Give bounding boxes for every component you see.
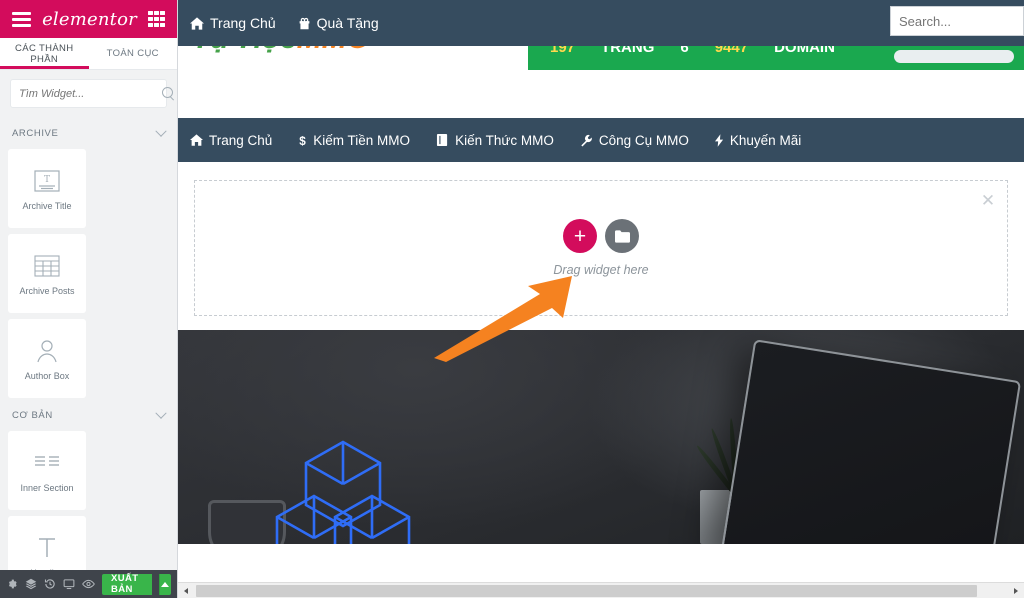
caret-up-icon[interactable] bbox=[158, 573, 171, 595]
svg-text:$: $ bbox=[300, 135, 307, 147]
navigator-icon[interactable] bbox=[25, 578, 37, 590]
category-archive[interactable]: ARCHIVE bbox=[8, 116, 169, 149]
hamburger-icon[interactable] bbox=[12, 11, 31, 27]
section-wrapper: ✕ + Drag widget here bbox=[178, 162, 1024, 330]
dropzone-hint: Drag widget here bbox=[553, 263, 649, 277]
nav-item-trang-chu[interactable]: Trang Chủ bbox=[190, 133, 272, 148]
author-box-icon bbox=[34, 334, 60, 368]
chevron-down-icon bbox=[155, 125, 167, 137]
scrollbar-track[interactable] bbox=[194, 582, 1008, 598]
widget-label: Archive Posts bbox=[19, 286, 75, 297]
scrollbar-thumb[interactable] bbox=[196, 584, 978, 597]
promo-right: DOMAIN bbox=[774, 46, 835, 56]
widget-search-wrap bbox=[0, 70, 177, 116]
search-icon bbox=[162, 87, 175, 100]
nav-item-cong-cu[interactable]: Công Cụ MMO bbox=[580, 133, 689, 148]
cube-graphic bbox=[275, 440, 411, 544]
publish-button[interactable]: XUẤT BẢN bbox=[102, 573, 152, 595]
topbar-item-home[interactable]: Trang Chủ bbox=[190, 15, 276, 31]
widget-archive-title[interactable]: T Archive Title bbox=[8, 149, 86, 228]
settings-icon[interactable] bbox=[6, 578, 18, 590]
horizontal-scrollbar[interactable] bbox=[178, 582, 1024, 598]
category-title: ARCHIVE bbox=[12, 128, 59, 139]
widget-label: Archive Title bbox=[22, 201, 72, 212]
promo-mid: 6 bbox=[680, 46, 689, 56]
widget-search-box[interactable] bbox=[10, 79, 173, 108]
promo-banner[interactable]: 197 TRANG 6 9447 DOMAIN bbox=[528, 46, 1024, 70]
site-search-input[interactable] bbox=[899, 13, 1015, 29]
nav-item-label: Kiếm Tiền MMO bbox=[313, 132, 411, 148]
history-icon[interactable] bbox=[44, 578, 56, 590]
logo-text-accent: MMO bbox=[297, 46, 370, 55]
panel-footer: XUẤT BẢN bbox=[0, 570, 177, 598]
topbar-item-label: Quà Tặng bbox=[316, 15, 379, 31]
widget-label: Author Box bbox=[24, 371, 70, 382]
widget-panel: elementor CÁC THÀNH PHẦN TOÀN CỤC ARCHIV… bbox=[0, 0, 178, 598]
home-icon bbox=[190, 16, 204, 30]
elementor-logo: elementor bbox=[42, 8, 137, 30]
nav-item-label: Kiến Thức MMO bbox=[455, 132, 554, 148]
category-title: CƠ BẢN bbox=[12, 410, 53, 421]
heading-icon bbox=[34, 531, 60, 565]
site-main-nav: Trang Chủ $ Kiếm Tiền MMO Kiến Thức MMO … bbox=[178, 118, 1024, 162]
elementor-editor: elementor CÁC THÀNH PHẦN TOÀN CỤC ARCHIV… bbox=[0, 0, 1024, 598]
responsive-mode-icon[interactable] bbox=[63, 578, 75, 590]
preview-icon[interactable] bbox=[82, 578, 95, 590]
home-icon bbox=[190, 134, 203, 146]
archive-posts-icon bbox=[34, 249, 60, 283]
promo-price-unit: TRANG bbox=[601, 46, 655, 56]
dropzone-buttons: + bbox=[563, 219, 639, 253]
inner-section-icon bbox=[34, 446, 60, 480]
promo-pill bbox=[894, 50, 1014, 63]
search-input[interactable] bbox=[19, 87, 162, 100]
nav-item-kien-thuc[interactable]: Kiến Thức MMO bbox=[436, 133, 554, 148]
widget-dropzone[interactable]: ✕ + Drag widget here bbox=[194, 180, 1008, 316]
nav-item-label: Công Cụ MMO bbox=[598, 132, 689, 148]
widget-grid-archive: T Archive Title Archive Posts Author Box bbox=[8, 149, 169, 398]
caret-left-icon[interactable] bbox=[178, 583, 194, 598]
panel-tabs: CÁC THÀNH PHẦN TOÀN CỤC bbox=[0, 38, 177, 70]
gift-icon bbox=[299, 17, 309, 29]
tab-global[interactable]: TOÀN CỤC bbox=[89, 38, 178, 69]
promo-mid-unit: 9447 bbox=[714, 46, 749, 56]
add-widget-button[interactable]: + bbox=[563, 219, 597, 253]
grid-icon[interactable] bbox=[147, 10, 165, 28]
book-icon bbox=[437, 134, 448, 146]
nav-item-label: Trang Chủ bbox=[209, 132, 273, 148]
widget-list[interactable]: ARCHIVE T Archive Title Archive Posts Au… bbox=[0, 116, 177, 598]
page-canvas: Trang Chủ Quà Tặng Tự HọcMMO 197 TRANG 6… bbox=[178, 0, 1024, 598]
promo-price: 197 bbox=[550, 46, 576, 56]
widget-archive-posts[interactable]: Archive Posts bbox=[8, 234, 86, 313]
wrench-icon bbox=[581, 134, 592, 147]
hero-image[interactable] bbox=[178, 330, 1024, 544]
nav-item-khuyen-mai[interactable]: Khuyến Mãi bbox=[714, 132, 802, 148]
svg-text:T: T bbox=[44, 175, 50, 185]
widget-author-box[interactable]: Author Box bbox=[8, 319, 86, 398]
archive-title-icon: T bbox=[34, 164, 60, 198]
site-logo[interactable]: Tự HọcMMO bbox=[192, 46, 370, 56]
logo-text-primary: Tự Học bbox=[192, 46, 297, 55]
close-icon[interactable]: ✕ bbox=[977, 189, 999, 211]
topbar-item-gift[interactable]: Quà Tặng bbox=[298, 15, 379, 31]
tab-elements[interactable]: CÁC THÀNH PHẦN bbox=[0, 38, 89, 69]
folder-icon[interactable] bbox=[605, 219, 639, 253]
panel-header: elementor bbox=[0, 0, 177, 38]
chevron-down-icon bbox=[155, 407, 167, 419]
nav-item-kiem-tien[interactable]: $ Kiếm Tiền MMO bbox=[298, 132, 411, 148]
category-basic[interactable]: CƠ BẢN bbox=[8, 398, 169, 431]
site-topbar: Trang Chủ Quà Tặng bbox=[178, 0, 1024, 46]
site-logo-row: Tự HọcMMO 197 TRANG 6 9447 DOMAIN bbox=[178, 46, 1024, 118]
dollar-icon: $ bbox=[300, 135, 307, 147]
widget-inner-section[interactable]: Inner Section bbox=[8, 431, 86, 510]
topbar-item-label: Trang Chủ bbox=[210, 15, 276, 31]
bolt-icon bbox=[714, 133, 724, 147]
site-search-box[interactable] bbox=[890, 6, 1024, 36]
nav-item-label: Khuyến Mãi bbox=[729, 132, 802, 148]
widget-label: Inner Section bbox=[20, 483, 74, 494]
caret-right-icon[interactable] bbox=[1008, 583, 1024, 598]
